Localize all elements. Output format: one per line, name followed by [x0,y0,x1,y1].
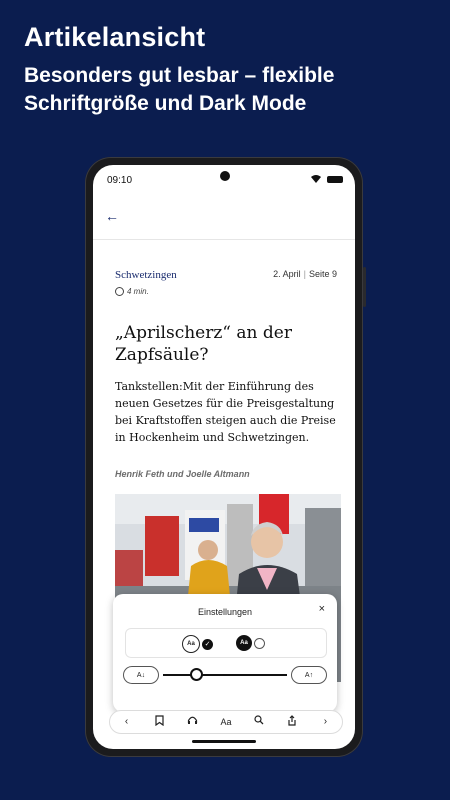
share-icon[interactable] [282,714,302,730]
promo-headline: Artikelansicht [24,22,206,52]
text-settings-button[interactable]: Aa [216,716,236,728]
status-time: 09:10 [107,175,133,186]
article-category[interactable]: Schwetzingen [115,269,177,281]
search-icon[interactable] [249,715,269,729]
light-theme-option[interactable]: Aa ✓ [182,635,213,653]
dark-theme-option[interactable]: Aa [236,635,265,651]
bottom-toolbar: ‹ Aa › [109,710,343,734]
article-authors: Henrik Feth und Joelle Altmann [115,469,250,479]
headphones-icon[interactable] [183,715,203,729]
close-icon[interactable]: × [319,603,325,615]
article-content: Schwetzingen 2. April | Seite 9 4 min. „Ap… [93,240,355,749]
status-bar: 09:10 [93,165,355,195]
bookmark-icon[interactable] [150,714,170,730]
meta-separator: | [303,269,306,279]
article-meta: 2. April | Seite 9 [273,269,337,279]
read-time: 4 min. [115,287,149,296]
font-size-track[interactable] [163,674,287,676]
next-arrow-icon[interactable]: › [315,716,335,728]
status-icons [310,174,343,184]
article-date: 2. April [273,269,301,279]
battery-icon [327,175,343,183]
dark-theme-icon: Aa [236,635,252,651]
font-size-slider-thumb[interactable] [189,668,203,681]
phone-screen: 09:10 ← Schwetzingen 2. April | Seite 9 4 … [93,165,355,749]
article-teaser: Tankstellen:Mit der Einführung des neuen… [115,380,336,444]
phone-frame: 09:10 ← Schwetzingen 2. April | Seite 9 4 … [85,157,366,757]
checkmark-icon: ✓ [202,638,213,650]
app-bar: ← [93,195,355,240]
settings-title: Einstellungen [197,607,253,617]
font-larger-button[interactable]: A↑ [291,666,327,684]
settings-sheet: Einstellungen × Aa ✓ Aa A↓ A↑ [113,594,337,712]
back-arrow-icon[interactable]: ← [105,209,119,223]
font-smaller-button[interactable]: A↓ [123,666,159,684]
clock-icon [115,287,124,296]
article-title: „Aprilscherz“ an der Zapfsäule? [115,323,292,365]
phone-side-button [363,267,366,307]
previous-arrow-icon[interactable]: ‹ [117,716,137,728]
wifi-icon [311,175,321,183]
article-page: Seite 9 [308,269,337,279]
theme-selector: Aa ✓ Aa [125,628,327,658]
light-theme-icon: Aa [182,635,200,653]
front-camera [220,171,230,181]
read-time-label: 4 min. [127,287,149,296]
home-indicator [192,740,256,743]
radio-empty-icon [254,637,265,649]
promo-subline: Besonders gut lesbar – flexible Schriftg… [24,64,335,115]
font-size-control: A↓ A↑ [123,664,327,686]
